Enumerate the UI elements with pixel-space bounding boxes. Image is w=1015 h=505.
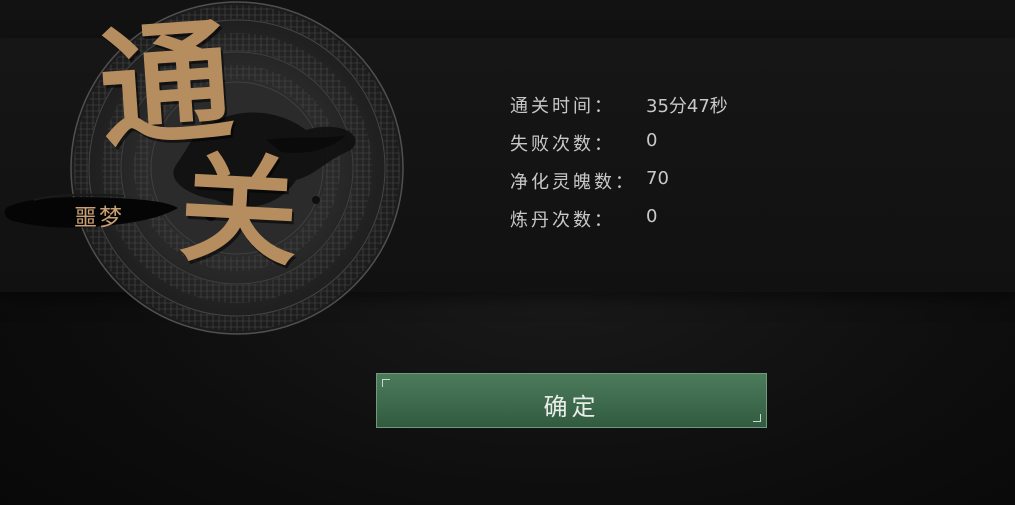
stat-label: 失败次数：	[510, 134, 615, 155]
level-complete-screen: 通 关 噩梦 通关时间： 35分47秒 失败次数： 0 净化灵魄数： 70 炼丹…	[0, 0, 1015, 505]
stat-value: 35分47秒	[646, 96, 728, 117]
stat-label: 净化灵魄数：	[510, 172, 636, 193]
corner-bracket-icon	[382, 379, 390, 387]
confirm-button-label: 确定	[543, 393, 600, 421]
title-char-gate: 关	[176, 138, 302, 283]
stat-value: 0	[646, 130, 658, 151]
stat-label: 炼丹次数：	[510, 210, 615, 231]
difficulty-label: 噩梦	[74, 205, 124, 231]
stat-value: 70	[646, 168, 669, 189]
stat-value: 0	[646, 206, 658, 227]
title-char-pass: 通	[94, 3, 238, 168]
confirm-button[interactable]: 确定	[376, 373, 767, 428]
stat-label: 通关时间：	[510, 96, 615, 117]
